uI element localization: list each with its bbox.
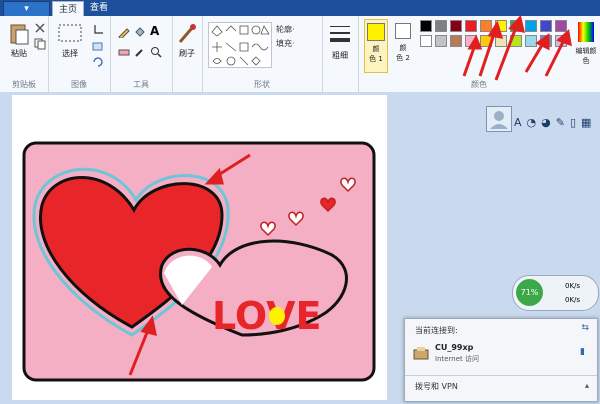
vpn-section-label: 拨号和 VPN: [415, 382, 458, 391]
color1-button[interactable]: 颜 色 1: [364, 19, 388, 73]
signal-icon: ▮: [580, 347, 585, 357]
eraser-icon[interactable]: [118, 46, 130, 58]
brushes-group: 刷子: [172, 16, 203, 92]
tab-home-label: 主页: [58, 5, 77, 15]
collapse-icon[interactable]: ▴: [585, 381, 589, 390]
tools-group-label: 工具: [133, 80, 149, 89]
network-speed-widget[interactable]: 71% 0K/s 0K/s: [512, 275, 599, 311]
upload-speed: 0K/s: [565, 282, 581, 290]
side-tool-icon[interactable]: ◔: [527, 116, 537, 129]
side-tool-icon[interactable]: A: [514, 116, 522, 129]
fill-dropdown[interactable]: 填充·: [276, 38, 295, 49]
side-tool-icon[interactable]: ▯: [570, 116, 576, 129]
line-size-icon: [330, 26, 350, 42]
outline-label: 轮廓·: [276, 25, 295, 34]
copy-icon[interactable]: [34, 38, 46, 50]
avatar-icon: [490, 111, 508, 129]
annotation-arrows-ribbon: [462, 14, 572, 81]
paste-icon: [10, 24, 29, 45]
network-popup-title: 当前连接到:: [415, 326, 458, 335]
love-card-drawing: LOVE: [22, 141, 376, 382]
tab-view[interactable]: 查看: [84, 0, 114, 16]
clipboard-group: 粘贴 剪贴板: [0, 16, 49, 92]
love-o-fill: [269, 307, 285, 325]
magnifier-icon[interactable]: [150, 46, 162, 58]
size-group: 粗细: [322, 16, 359, 92]
size-button[interactable]: 粗细: [326, 22, 354, 61]
color-picker-icon[interactable]: [134, 46, 146, 58]
file-menu-label: ▾: [24, 4, 29, 14]
size-label: 粗细: [332, 51, 348, 60]
side-tool-icon[interactable]: ✎: [556, 116, 565, 129]
palette-swatch[interactable]: [420, 35, 432, 47]
brush-icon: [178, 24, 196, 43]
fill-label: 填充·: [276, 39, 295, 48]
shapes-group-label: 形状: [254, 80, 270, 89]
file-menu-button[interactable]: ▾: [3, 1, 50, 17]
clipboard-group-label: 剪贴板: [12, 80, 36, 89]
palette-swatch[interactable]: [420, 20, 432, 32]
outline-dropdown[interactable]: 轮廓·: [276, 24, 295, 35]
network-name: CU_99xp: [435, 343, 474, 352]
side-tool-icon[interactable]: ▦: [581, 116, 591, 129]
color2-label: 颜 色 2: [396, 44, 410, 62]
color2-swatch: [395, 23, 411, 39]
network-status: Internet 访问: [435, 355, 480, 363]
shapes-gallery[interactable]: [208, 22, 272, 68]
image-group: 选择 图像: [48, 16, 111, 92]
tab-view-label: 查看: [89, 3, 108, 13]
color1-label: 颜 色 1: [369, 45, 383, 63]
side-tool-icons: A ◔ ◕ ✎ ▯ ▦: [514, 116, 591, 129]
rotate-icon[interactable]: [92, 56, 104, 68]
network-item[interactable]: CU_99xp Internet 访问 ▮: [413, 343, 589, 365]
love-text: LOVE: [212, 294, 322, 338]
color2-button[interactable]: 颜 色 2: [392, 19, 414, 71]
tab-home[interactable]: 主页: [52, 1, 84, 17]
paste-label: 粘贴: [11, 49, 27, 58]
select-button[interactable]: 选择: [54, 22, 86, 59]
shapes-group: 轮廓· 填充· 形状: [202, 16, 323, 92]
avatar[interactable]: [486, 106, 512, 132]
select-icon: [58, 24, 82, 42]
text-tool-label: A: [150, 24, 160, 38]
color1-swatch: [367, 23, 385, 41]
tools-group: A 工具: [110, 16, 173, 92]
popup-divider: [405, 375, 597, 376]
network-popup: 当前连接到: ⇆ CU_99xp Internet 访问 ▮ 拨号和 VPN ▴: [404, 318, 598, 402]
resize-icon[interactable]: [92, 40, 104, 52]
brushes-button[interactable]: 刷子: [175, 22, 199, 59]
refresh-icon[interactable]: ⇆: [581, 323, 589, 333]
side-tools-strip: A ◔ ◕ ✎ ▯ ▦: [486, 106, 596, 132]
brushes-label: 刷子: [179, 49, 195, 58]
select-label: 选择: [62, 49, 78, 58]
speed-percent: 71%: [520, 288, 539, 297]
fill-bucket-icon[interactable]: [134, 26, 146, 38]
speed-gauge: 71%: [516, 279, 543, 306]
image-group-label: 图像: [71, 80, 87, 89]
crop-icon[interactable]: [92, 24, 104, 36]
shapes-gallery-icons: [211, 25, 270, 66]
network-icon: [413, 347, 429, 360]
pencil-icon[interactable]: [118, 26, 130, 38]
paste-button[interactable]: 粘贴: [6, 22, 32, 59]
download-speed: 0K/s: [565, 296, 581, 304]
drawing-canvas[interactable]: LOVE: [12, 95, 387, 400]
cut-icon[interactable]: [34, 22, 46, 34]
side-tool-icon[interactable]: ◕: [541, 116, 551, 129]
text-tool-icon[interactable]: A: [150, 24, 162, 38]
